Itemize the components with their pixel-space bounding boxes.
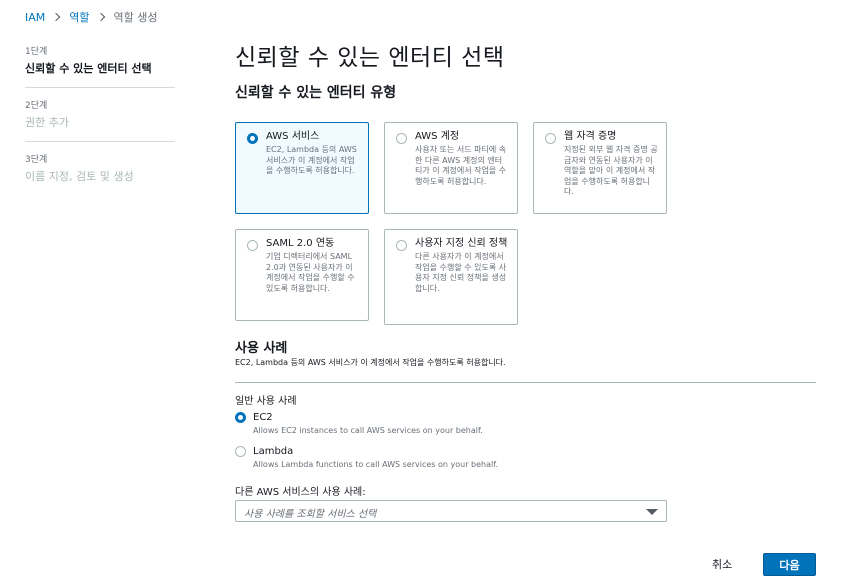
radio-web-identity[interactable]: [545, 133, 556, 144]
use-case-description: EC2, Lambda 등의 AWS 서비스가 이 계정에서 작업을 수행하도록…: [235, 358, 506, 367]
option-label: EC2: [253, 412, 273, 423]
radio-saml-federation[interactable]: [247, 240, 258, 251]
tile-title: 사용자 지정 신뢰 정책: [415, 238, 508, 249]
use-case-lambda[interactable]: Lambda Allows Lambda functions to call A…: [235, 444, 498, 471]
chevron-right-icon: [52, 12, 61, 22]
entity-type-heading: 신뢰할 수 있는 엔터티 유형: [235, 85, 397, 101]
tile-aws-account[interactable]: AWS 계정 사용자 또는 서드 파티에 속한 다른 AWS 계정의 엔터티가 …: [384, 122, 518, 214]
radio-custom-trust-policy[interactable]: [396, 240, 407, 251]
step-3-number: 3단계: [25, 155, 48, 165]
step-2: 2단계 권한 추가: [25, 98, 175, 142]
tile-desc: 기업 디렉터리에서 SAML 2.0과 연동된 사용자가 이 계정에서 작업을 …: [266, 252, 355, 293]
breadcrumb-iam[interactable]: IAM: [25, 11, 45, 24]
tile-custom-trust-policy[interactable]: 사용자 지정 신뢰 정책 다른 사용자가 이 계정에서 작업을 수행할 수 있도…: [384, 229, 518, 325]
tile-desc: 사용자 또는 서드 파티에 속한 다른 AWS 계정의 엔터티가 이 계정에서 …: [415, 145, 507, 186]
divider: [235, 382, 816, 383]
radio-aws-account[interactable]: [396, 133, 407, 144]
radio-ec2[interactable]: [235, 412, 246, 423]
step-2-title: 권한 추가: [25, 116, 69, 129]
step-3-title: 이름 지정, 검토 및 생성: [25, 170, 134, 183]
chevron-right-icon: [96, 12, 105, 22]
step-1-title: 신뢰할 수 있는 엔터티 선택: [25, 62, 152, 75]
tile-desc: 다른 사용자가 이 계정에서 작업을 수행할 수 있도록 사용자 지정 신뢰 정…: [415, 252, 507, 293]
option-label: Lambda: [253, 446, 294, 457]
breadcrumb-roles[interactable]: 역할: [69, 9, 89, 25]
tile-saml-federation[interactable]: SAML 2.0 연동 기업 디렉터리에서 SAML 2.0과 연동된 사용자가…: [235, 229, 369, 321]
use-case-heading: 사용 사례: [235, 341, 288, 356]
step-2-number: 2단계: [25, 101, 48, 111]
radio-aws-service[interactable]: [247, 133, 258, 144]
other-service-label: 다른 AWS 서비스의 사용 사례:: [235, 487, 366, 498]
caret-down-icon: [646, 509, 658, 515]
tile-title: SAML 2.0 연동: [266, 238, 335, 249]
next-button[interactable]: 다음: [763, 553, 816, 576]
tile-desc: 지정된 외부 웹 자격 증명 공급자와 연동된 사용자가 이 역할을 맡아 이 …: [564, 145, 658, 196]
tile-desc: EC2, Lambda 등의 AWS 서비스가 이 계정에서 작업을 수행하도록…: [266, 145, 357, 175]
use-case-ec2[interactable]: EC2 Allows EC2 instances to call AWS ser…: [235, 410, 483, 437]
tile-web-identity[interactable]: 웹 자격 증명 지정된 외부 웹 자격 증명 공급자와 연동된 사용자가 이 역…: [533, 122, 667, 214]
wizard-steps: 1단계 신뢰할 수 있는 엔터티 선택 2단계 권한 추가 3단계 이름 지정,…: [25, 44, 175, 205]
step-1: 1단계 신뢰할 수 있는 엔터티 선택: [25, 44, 175, 88]
service-select-placeholder: 사용 사례를 조회할 서비스 선택: [244, 509, 377, 520]
step-1-number: 1단계: [25, 47, 48, 57]
radio-lambda[interactable]: [235, 446, 246, 457]
tile-aws-service[interactable]: AWS 서비스 EC2, Lambda 등의 AWS 서비스가 이 계정에서 작…: [235, 122, 369, 214]
option-desc: Allows Lambda functions to call AWS serv…: [253, 460, 499, 469]
option-desc: Allows EC2 instances to call AWS service…: [253, 426, 483, 435]
breadcrumb: IAM 역할 역할 생성: [25, 9, 158, 25]
page-title: 신뢰할 수 있는 엔터티 선택: [235, 45, 505, 71]
step-3: 3단계 이름 지정, 검토 및 생성: [25, 152, 175, 195]
breadcrumb-current: 역할 생성: [113, 11, 158, 24]
tile-title: 웹 자격 증명: [564, 131, 617, 142]
common-use-cases-label: 일반 사용 사례: [235, 396, 297, 407]
tile-title: AWS 계정: [415, 131, 460, 142]
service-select[interactable]: 사용 사례를 조회할 서비스 선택: [235, 500, 667, 522]
cancel-button[interactable]: 취소: [706, 554, 738, 574]
tile-title: AWS 서비스: [266, 131, 320, 142]
